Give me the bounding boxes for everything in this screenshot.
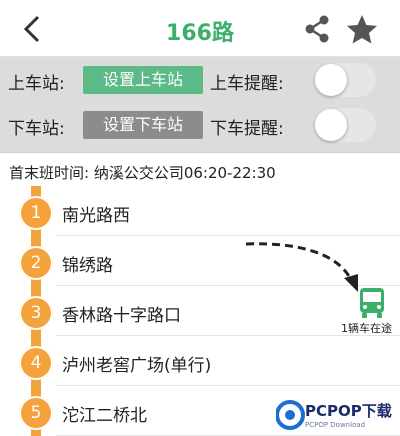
bus-status-text: 1辆车在途 — [341, 322, 392, 335]
stop-name: 沱江二桥北 — [62, 406, 147, 426]
watermark-text: PCPOP下载 — [305, 402, 392, 420]
watermark-subtext: PCPOP Download — [305, 421, 366, 429]
chevron-left-icon[interactable] — [16, 12, 50, 46]
boarding-reminder-label: 上车提醒: — [210, 74, 284, 94]
stop-name: 泸州老窖广场(单行) — [62, 356, 212, 376]
stop-number-badge: 4 — [19, 346, 53, 380]
toggle-knob — [315, 109, 347, 141]
set-boarding-stop-button[interactable]: 设置上车站 — [83, 66, 203, 94]
stop-number-badge: 5 — [19, 396, 53, 430]
boarding-label: 上车站: — [8, 74, 65, 94]
star-icon[interactable] — [344, 12, 380, 48]
alighting-reminder-toggle[interactable] — [314, 108, 376, 142]
stop-settings-panel: 上车站: 设置上车站 上车提醒: 下车站: 设置下车站 下车提醒: — [0, 57, 400, 153]
stop-name: 南光路西 — [62, 206, 130, 226]
boarding-row: 上车站: 设置上车站 上车提醒: — [0, 60, 400, 100]
stop-number-badge: 1 — [19, 196, 53, 230]
alighting-reminder-label: 下车提醒: — [210, 119, 284, 139]
stop-number-badge: 2 — [19, 246, 53, 280]
list-item[interactable]: 4 泸州老窖广场(单行) — [0, 336, 400, 386]
schedule-info: 首末班时间: 纳溪公交公司06:20-22:30 — [9, 164, 276, 182]
alighting-row: 下车站: 设置下车站 下车提醒: — [0, 105, 400, 145]
boarding-reminder-toggle[interactable] — [314, 63, 376, 97]
stop-name: 香林路十字路口 — [62, 306, 181, 326]
stop-name: 锦绣路 — [62, 256, 113, 276]
set-alighting-stop-button[interactable]: 设置下车站 — [83, 111, 203, 139]
bus-icon[interactable] — [355, 286, 389, 320]
toggle-knob — [315, 64, 347, 96]
share-icon[interactable] — [300, 12, 334, 46]
alighting-label: 下车站: — [8, 119, 65, 139]
stop-number-badge: 3 — [19, 296, 53, 330]
app-header: 166路 — [0, 0, 400, 57]
dashed-arrow-icon — [245, 242, 358, 292]
page-title: 166路 — [166, 21, 234, 46]
list-item[interactable]: 1 南光路西 — [0, 186, 400, 236]
